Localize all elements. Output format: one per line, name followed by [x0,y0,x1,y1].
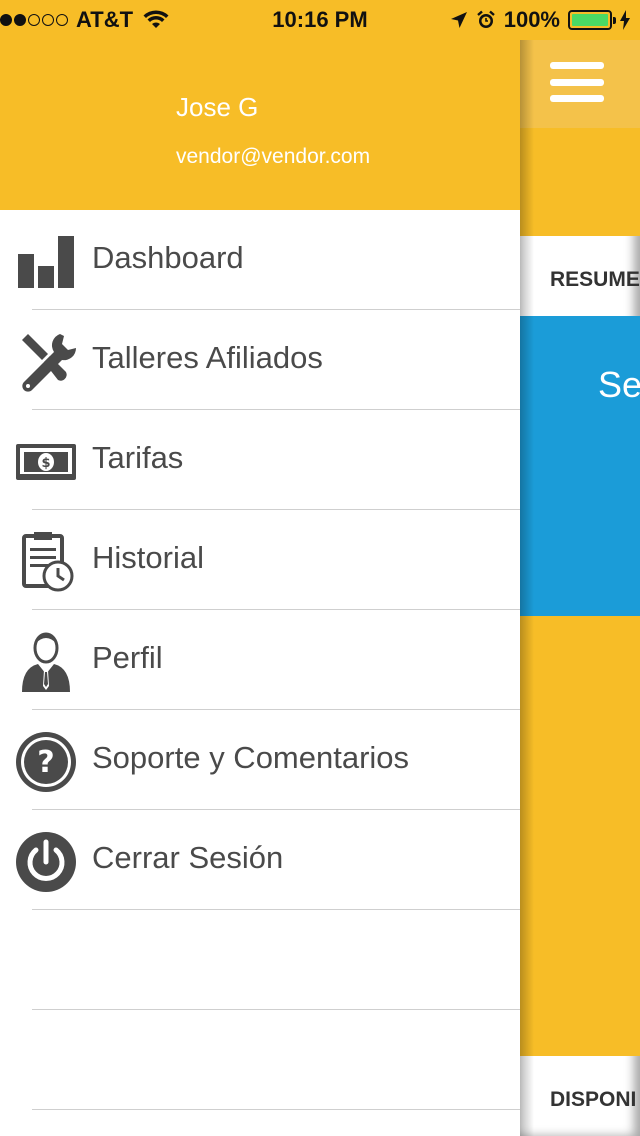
status-right: 100% [450,7,630,33]
drawer-menu: Dashboard Talleres Afiliados $ Tarifas H… [0,210,520,1110]
menu-item-tarifas[interactable]: $ Tarifas [0,410,520,510]
tools-icon [22,334,77,392]
help-icon: ? [16,732,76,792]
battery-percent: 100% [503,7,560,32]
resumen-heading: RESUME [550,268,640,291]
charging-bolt-icon [620,10,630,30]
divider [32,1109,520,1110]
menu-item-label: Tarifas [92,440,184,475]
menu-item-empty [0,1010,520,1110]
alarm-clock-icon [476,10,495,28]
menu-item-label: Talleres Afiliados [92,340,323,375]
person-icon [22,632,70,692]
summary-card[interactable]: Se [520,316,640,616]
svg-text:$: $ [41,456,50,471]
menu-item-empty [0,910,520,1010]
clipboard-clock-icon [22,532,74,592]
drawer-shadow [520,0,534,1136]
header-band [520,128,640,236]
menu-item-label: Perfil [92,640,163,675]
user-name: Jose G [176,92,259,122]
menu-item-perfil[interactable]: Perfil [0,610,520,710]
menu-item-label: Historial [92,540,204,575]
power-icon [16,832,76,892]
svg-text:?: ? [37,745,54,780]
user-email: vendor@vendor.com [176,145,371,168]
menu-item-historial[interactable]: Historial [0,510,520,610]
menu-item-label: Cerrar Sesión [92,840,284,875]
status-bar: AT&T 10:16 PM 100% [0,0,640,40]
battery-icon [568,10,616,30]
location-arrow-icon [450,12,467,28]
main-navbar [520,40,640,128]
summary-card-text: Se [598,364,640,405]
menu-item-dashboard[interactable]: Dashboard [0,210,520,310]
menu-item-label: Dashboard [92,240,244,275]
menu-item-label: Soporte y Comentarios [92,740,410,775]
menu-item-soporte[interactable]: ? Soporte y Comentarios [0,710,520,810]
hamburger-menu-icon[interactable] [550,62,604,102]
money-icon: $ [16,444,76,480]
side-drawer: Jose G vendor@vendor.com Dashboard Talle… [0,0,520,1136]
disponible-heading: DISPONI [550,1088,637,1111]
bar-chart-icon [18,236,74,288]
main-content: RESUME Se DISPONI [520,0,640,1136]
menu-item-talleres[interactable]: Talleres Afiliados [0,310,520,410]
menu-item-cerrar-sesion[interactable]: Cerrar Sesión [0,810,520,910]
content-block [520,616,640,1056]
